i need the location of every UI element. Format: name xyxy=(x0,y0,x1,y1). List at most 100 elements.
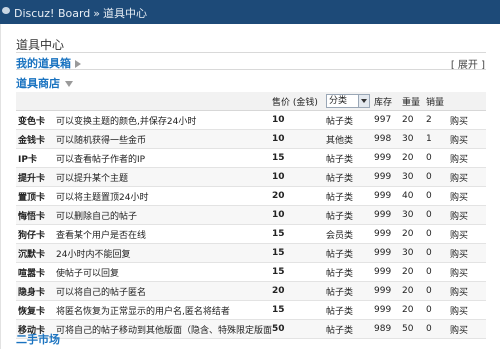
table-row: 沉默卡 24小时内不能回复 15 帖子类 999 30 0 购买 xyxy=(16,243,486,263)
item-price: 15 xyxy=(272,300,326,320)
item-category: 帖子类 xyxy=(326,148,374,168)
item-shop-link[interactable]: 道具商店 xyxy=(16,75,73,91)
buy-link[interactable]: 购买 xyxy=(450,281,486,301)
item-sales: 0 xyxy=(426,148,450,168)
item-price: 10 xyxy=(272,129,326,149)
item-weight: 50 xyxy=(402,319,426,339)
item-name: 沉默卡 xyxy=(16,243,56,263)
breadcrumb-site-link[interactable]: Discuz! Board xyxy=(14,7,90,20)
item-sales: 1 xyxy=(426,129,450,149)
item-name: 变色卡 xyxy=(16,110,56,130)
item-shop-label[interactable]: 道具商店 xyxy=(16,77,60,90)
item-description: 可以变换主题的颜色,并保存24小时 xyxy=(56,110,272,130)
item-description: 可以随机获得一些金币 xyxy=(56,129,272,149)
item-stock: 999 xyxy=(374,205,402,225)
second-hand-market-link[interactable]: 二手市场 xyxy=(16,331,60,347)
item-price: 15 xyxy=(272,224,326,244)
item-price: 10 xyxy=(272,110,326,130)
item-category: 帖子类 xyxy=(326,186,374,206)
buy-link[interactable]: 购买 xyxy=(450,167,486,187)
category-select[interactable]: 分类 xyxy=(326,94,370,108)
item-category: 帖子类 xyxy=(326,110,374,130)
item-sales: 2 xyxy=(426,110,450,130)
table-row: 金钱卡 可以随机获得一些金币 10 其他类 998 30 1 购买 xyxy=(16,129,486,149)
item-stock: 999 xyxy=(374,224,402,244)
breadcrumb-current: 道具中心 xyxy=(103,7,148,20)
breadcrumb: Discuz! Board» 道具中心 xyxy=(14,5,147,21)
item-stock: 999 xyxy=(374,300,402,320)
item-description: 可将自己的帖子移动到其他版面（隐含、特殊限定版面除外） xyxy=(56,319,272,339)
item-description: 可以将主题置顶24小时 xyxy=(56,186,272,206)
item-price: 10 xyxy=(272,205,326,225)
table-row: 狗仔卡 查看某个用户是否在线 15 会员类 999 20 0 购买 xyxy=(16,224,486,244)
buy-link[interactable]: 购买 xyxy=(450,205,486,225)
item-description: 可以查看帖子作者的IP xyxy=(56,148,272,168)
item-weight: 20 xyxy=(402,110,426,130)
buy-link[interactable]: 购买 xyxy=(450,129,486,149)
table-row: 置顶卡 可以将主题置顶24小时 20 帖子类 999 40 0 购买 xyxy=(16,186,486,206)
expand-arrow-icon xyxy=(75,60,81,68)
category-select-value: 分类 xyxy=(329,96,348,106)
table-row: 悔悟卡 可以删除自己的帖子 10 帖子类 999 30 0 购买 xyxy=(16,205,486,225)
buy-link[interactable]: 购买 xyxy=(450,300,486,320)
chevron-down-icon xyxy=(358,95,369,107)
item-description: 可以提升某个主题 xyxy=(56,167,272,187)
item-sales: 0 xyxy=(426,300,450,320)
table-row: 恢复卡 将匿名恢复为正常显示的用户名,匿名将结者 15 帖子类 999 20 0 购买 xyxy=(16,300,486,320)
header-stock: 库存 xyxy=(374,92,402,111)
collapse-arrow-icon xyxy=(65,81,73,87)
item-name: 狗仔卡 xyxy=(16,224,56,244)
item-weight: 20 xyxy=(402,300,426,320)
item-stock: 989 xyxy=(374,319,402,339)
item-weight: 20 xyxy=(402,224,426,244)
item-name: 隐身卡 xyxy=(16,281,56,301)
item-sales: 0 xyxy=(426,205,450,225)
item-weight: 30 xyxy=(402,243,426,263)
item-sales: 0 xyxy=(426,319,450,339)
buy-link[interactable]: 购买 xyxy=(450,186,486,206)
item-stock: 998 xyxy=(374,129,402,149)
divider xyxy=(16,52,486,53)
table-header-row: 售价 (金钱) 分类 库存 重量 销量 xyxy=(16,92,486,111)
item-stock: 999 xyxy=(374,243,402,263)
item-stock: 997 xyxy=(374,110,402,130)
item-stock: 999 xyxy=(374,262,402,282)
buy-link[interactable]: 购买 xyxy=(450,243,486,263)
item-name: 提升卡 xyxy=(16,167,56,187)
breadcrumb-separator: » xyxy=(93,7,101,20)
item-category: 帖子类 xyxy=(326,281,374,301)
buy-link[interactable]: 购买 xyxy=(450,319,486,339)
item-category: 帖子类 xyxy=(326,205,374,225)
table-row: 喧嚣卡 使帖子可以回复 15 帖子类 999 20 0 购买 xyxy=(16,262,486,282)
item-sales: 0 xyxy=(426,243,450,263)
buy-link[interactable]: 购买 xyxy=(450,262,486,282)
page-title: 道具中心 xyxy=(16,38,65,52)
item-weight: 30 xyxy=(402,167,426,187)
item-category: 帖子类 xyxy=(326,262,374,282)
item-name: 喧嚣卡 xyxy=(16,262,56,282)
buy-link[interactable]: 购买 xyxy=(450,110,486,130)
item-name: IP卡 xyxy=(16,148,56,168)
buy-link[interactable]: 购买 xyxy=(450,148,486,168)
item-price: 15 xyxy=(272,262,326,282)
item-price: 50 xyxy=(272,319,326,339)
item-category: 帖子类 xyxy=(326,300,374,320)
item-sales: 0 xyxy=(426,167,450,187)
header-price[interactable]: 售价 (金钱) xyxy=(272,92,326,111)
header-action xyxy=(450,92,486,111)
item-price: 15 xyxy=(272,243,326,263)
header-desc xyxy=(56,92,272,111)
item-price: 15 xyxy=(272,148,326,168)
item-weight: 30 xyxy=(402,205,426,225)
item-stock: 999 xyxy=(374,148,402,168)
item-category: 其他类 xyxy=(326,129,374,149)
item-description: 使帖子可以回复 xyxy=(56,262,272,282)
item-category: 帖子类 xyxy=(326,319,374,339)
buy-link[interactable]: 购买 xyxy=(450,224,486,244)
header-sales: 销量 xyxy=(426,92,450,111)
item-price: 20 xyxy=(272,281,326,301)
table-row: IP卡 可以查看帖子作者的IP 15 帖子类 999 20 0 购买 xyxy=(16,148,486,168)
item-price: 10 xyxy=(272,167,326,187)
item-description: 查看某个用户是否在线 xyxy=(56,224,272,244)
item-description: 可以将自己的帖子匿名 xyxy=(56,281,272,301)
